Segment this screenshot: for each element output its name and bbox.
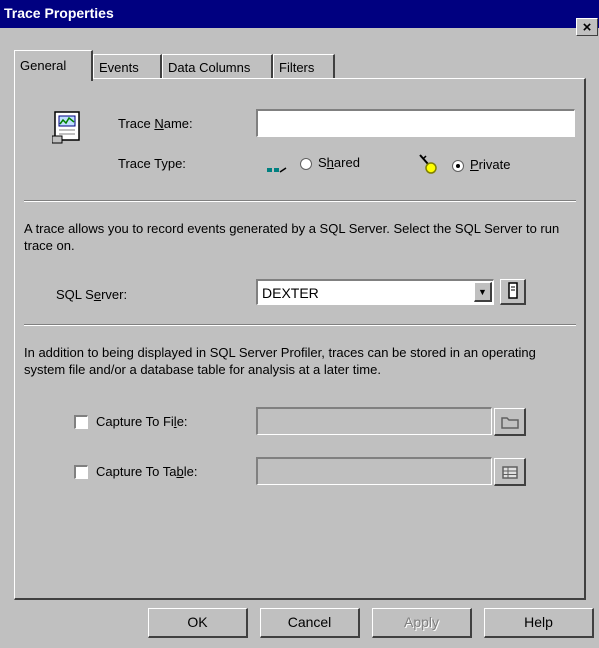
private-radio-dot [456,164,460,168]
tab-events-label: Events [99,60,139,75]
title-bar: Trace Properties [0,0,599,28]
shared-label[interactable]: Shared [318,155,360,170]
window-title: Trace Properties [4,5,114,21]
separator [24,324,576,326]
capture-table-checkbox[interactable] [74,465,88,479]
tab-general[interactable]: General [14,50,93,81]
shared-radio[interactable] [300,158,312,170]
chevron-down-icon: ▼ [478,287,487,297]
close-icon: × [582,19,592,36]
capture-table-browse-button[interactable] [494,458,526,486]
ok-button[interactable]: OK [148,608,248,638]
close-button[interactable]: × [576,18,598,36]
trace-name-input[interactable] [256,109,575,137]
private-key-icon [416,152,438,176]
capture-table-label[interactable]: Capture To Table: [96,464,197,479]
folder-icon [499,417,521,435]
separator [24,200,576,202]
tab-data-columns-label: Data Columns [168,60,251,75]
apply-button[interactable]: Apply [372,608,472,638]
sql-server-label: SQL Server: [56,287,128,302]
table-icon [499,466,521,485]
sql-server-value: DEXTER [262,285,319,301]
sql-server-dropdown-button[interactable]: ▼ [474,282,492,302]
tab-events[interactable]: Events [93,54,162,78]
tab-filters-label: Filters [279,60,315,75]
server-icon [502,282,524,305]
trace-type-label: Trace Type: [118,156,186,171]
capture-file-label[interactable]: Capture To File: [96,414,188,429]
capture-table-input[interactable] [256,457,492,485]
help-button[interactable]: Help [484,608,594,638]
storage-description: In addition to being displayed in SQL Se… [24,345,536,377]
tab-general-label: General [20,58,67,73]
server-browse-button[interactable] [500,279,526,305]
capture-file-checkbox[interactable] [74,415,88,429]
trace-properties-icon [51,110,84,144]
capture-file-browse-button[interactable] [494,408,526,436]
shared-icon [264,163,288,175]
capture-file-input[interactable] [256,407,492,435]
private-radio[interactable] [452,160,464,172]
sql-server-select[interactable]: DEXTER ▼ [256,279,494,305]
private-label[interactable]: Private [470,157,510,172]
server-description: A trace allows you to record events gene… [24,221,560,253]
cancel-button[interactable]: Cancel [260,608,360,638]
trace-name-label: Trace Name: [118,116,193,131]
tab-filters[interactable]: Filters [273,54,335,78]
tab-data-columns[interactable]: Data Columns [162,54,273,78]
